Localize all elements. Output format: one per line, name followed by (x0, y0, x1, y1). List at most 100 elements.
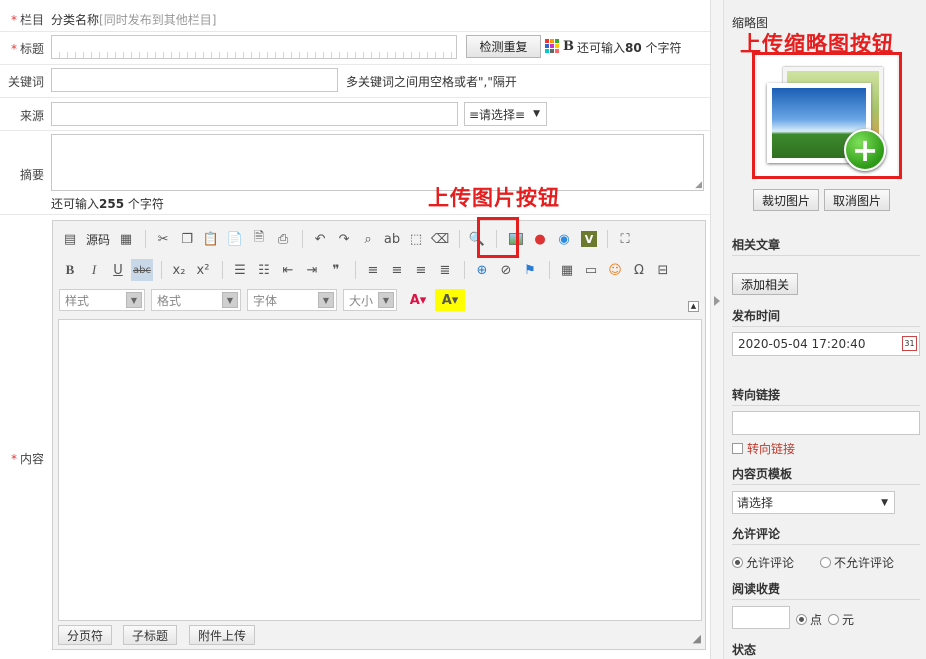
source-select[interactable]: ≡请选择≡ ▼ (464, 102, 547, 126)
allow-comment-option[interactable]: 允许评论 (732, 554, 794, 571)
table-icon[interactable]: ▦ (556, 259, 578, 281)
source-button[interactable]: 源码 (83, 228, 113, 250)
bold-format-icon[interactable]: B (59, 259, 81, 281)
align-left-icon[interactable]: ≡ (362, 259, 384, 281)
chevron-down-icon: ▼ (378, 292, 394, 308)
indent-icon[interactable]: ⇥ (301, 259, 323, 281)
add-related-button[interactable]: 添加相关 (732, 273, 798, 295)
summary-textarea[interactable]: ◢ (51, 134, 704, 191)
panel-divider[interactable] (710, 0, 724, 659)
crop-image-button[interactable]: 裁切图片 (753, 189, 819, 211)
chevron-down-icon: ▼ (533, 109, 540, 119)
paste-icon[interactable]: 📋 (200, 228, 222, 250)
keywords-input[interactable] (51, 68, 338, 92)
page-break-button[interactable]: 分页符 (58, 625, 113, 645)
deny-comment-option[interactable]: 不允许评论 (820, 554, 894, 571)
cut-icon[interactable]: ✂ (152, 228, 174, 250)
template-icon[interactable]: ▦ (115, 228, 137, 250)
style-combo[interactable]: 样式 ▼ (59, 289, 145, 311)
remove-format-icon[interactable]: ⌫ (429, 228, 451, 250)
format-combo[interactable]: 格式 ▼ (151, 289, 241, 311)
unlink-icon[interactable]: ⊘ (495, 259, 517, 281)
size-combo[interactable]: 大小 ▼ (343, 289, 397, 311)
editor-content-area[interactable] (58, 319, 702, 621)
link-icon[interactable]: ⊕ (471, 259, 493, 281)
charge-yuan-option[interactable]: 元 (828, 611, 854, 628)
upload-image-highlight (477, 217, 519, 258)
smiley-icon[interactable]: ☺ (604, 259, 626, 281)
resize-grip-icon[interactable]: ◢ (695, 180, 702, 190)
strikethrough-icon[interactable]: abc (131, 259, 153, 281)
publish-time-input[interactable]: 2020-05-04 17:20:40 (732, 332, 920, 356)
source-select-value: ≡请选择≡ (469, 107, 526, 122)
cancel-image-button[interactable]: 取消图片 (824, 189, 890, 211)
video-icon[interactable]: V (581, 231, 598, 247)
keywords-label: 关键词 (7, 75, 44, 89)
redirect-title: 转向链接 (732, 388, 781, 402)
anchor-icon[interactable]: ⚑ (519, 259, 541, 281)
paste-word-icon[interactable]: 🗎 (248, 228, 270, 250)
find-icon[interactable]: ⌕ (357, 228, 379, 250)
text-color-icon[interactable]: A▾ (403, 289, 433, 311)
template-select[interactable]: 请选择 ▼ (732, 491, 895, 514)
page-break-icon[interactable]: ⊟ (652, 259, 674, 281)
allow-comment-radio[interactable] (732, 557, 743, 568)
calendar-icon[interactable]: 31 (902, 336, 917, 351)
subtitle-button[interactable]: 子标题 (123, 625, 178, 645)
toolbar-row-2: B I U abc x₂ x² ☰ ☷ ⇤ ⇥ ❞ ≡ ≡ ≡ ≣ ⊕ ⊘ ⚑ … (59, 258, 676, 282)
toolbar-row-3: 样式 ▼ 格式 ▼ 字体 ▼ 大小 ▼ A▾ A▾ (59, 288, 467, 312)
column-note[interactable]: [同时发布到其他栏目] (99, 13, 216, 27)
redo-icon[interactable]: ↷ (333, 228, 355, 250)
align-center-icon[interactable]: ≡ (386, 259, 408, 281)
media-icon[interactable]: ◉ (553, 228, 575, 250)
resize-grip-icon[interactable]: ◢ (693, 632, 701, 645)
italic-icon[interactable]: I (83, 259, 105, 281)
keywords-hint: 多关键词之间用空格或者","隔开 (346, 75, 517, 89)
publish-time-title: 发布时间 (732, 309, 781, 323)
font-combo[interactable]: 字体 ▼ (247, 289, 337, 311)
ordered-list-icon[interactable]: ☰ (229, 259, 251, 281)
summary-remaining: 还可输入255 个字符 (51, 197, 164, 211)
paste-text-icon[interactable]: 📄 (224, 228, 246, 250)
subscript-icon[interactable]: x₂ (168, 259, 190, 281)
charge-point-option[interactable]: 点 (796, 611, 822, 628)
collapse-arrow-icon[interactable] (714, 296, 720, 306)
comment-title: 允许评论 (732, 527, 781, 541)
attachment-upload-button[interactable]: 附件上传 (189, 625, 256, 645)
flash-icon[interactable]: ● (529, 228, 551, 250)
redirect-checkbox-row[interactable]: 转向链接 (732, 440, 795, 457)
source-input[interactable] (51, 102, 458, 126)
redirect-checkbox-label: 转向链接 (747, 442, 796, 456)
charge-input[interactable] (732, 606, 790, 629)
blockquote-icon[interactable]: ❞ (325, 259, 347, 281)
title-input[interactable] (51, 35, 457, 59)
replace-icon[interactable]: ab (381, 228, 403, 250)
column-name: 分类名称 (51, 13, 100, 27)
maximize-icon[interactable]: ⛶ (614, 228, 636, 250)
underline-icon[interactable]: U (107, 259, 129, 281)
publish-time-value: 2020-05-04 17:20:40 (738, 337, 866, 351)
special-char-icon[interactable]: Ω (628, 259, 650, 281)
redirect-checkbox[interactable] (732, 443, 743, 454)
select-all-icon[interactable]: ⬚ (405, 228, 427, 250)
undo-icon[interactable]: ↶ (309, 228, 331, 250)
align-justify-icon[interactable]: ≣ (434, 259, 456, 281)
superscript-icon[interactable]: x² (192, 259, 214, 281)
redirect-input[interactable] (732, 411, 920, 435)
charge-yuan-radio[interactable] (828, 614, 839, 625)
bg-color-icon[interactable]: A▾ (435, 289, 465, 311)
print-icon[interactable]: ⎙ (272, 228, 294, 250)
color-picker-icon[interactable] (545, 39, 559, 53)
copy-icon[interactable]: ❐ (176, 228, 198, 250)
outdent-icon[interactable]: ⇤ (277, 259, 299, 281)
unordered-list-icon[interactable]: ☷ (253, 259, 275, 281)
collapse-toolbar-icon[interactable]: ▲ (688, 301, 699, 312)
horizontal-rule-icon[interactable]: ▭ (580, 259, 602, 281)
deny-comment-radio[interactable] (820, 557, 831, 568)
check-duplicate-button[interactable]: 检测重复 (466, 35, 541, 58)
toolbar-row-1: ▤ 源码 ▦ ✂ ❐ 📋 📄 🗎 ⎙ ↶ ↷ ⌕ ab ⬚ ⌫ 🔍 ● ◉ V … (59, 227, 638, 251)
charge-point-radio[interactable] (796, 614, 807, 625)
align-right-icon[interactable]: ≡ (410, 259, 432, 281)
title-label: * 标题 (10, 42, 44, 56)
bold-icon[interactable]: B (563, 39, 574, 54)
